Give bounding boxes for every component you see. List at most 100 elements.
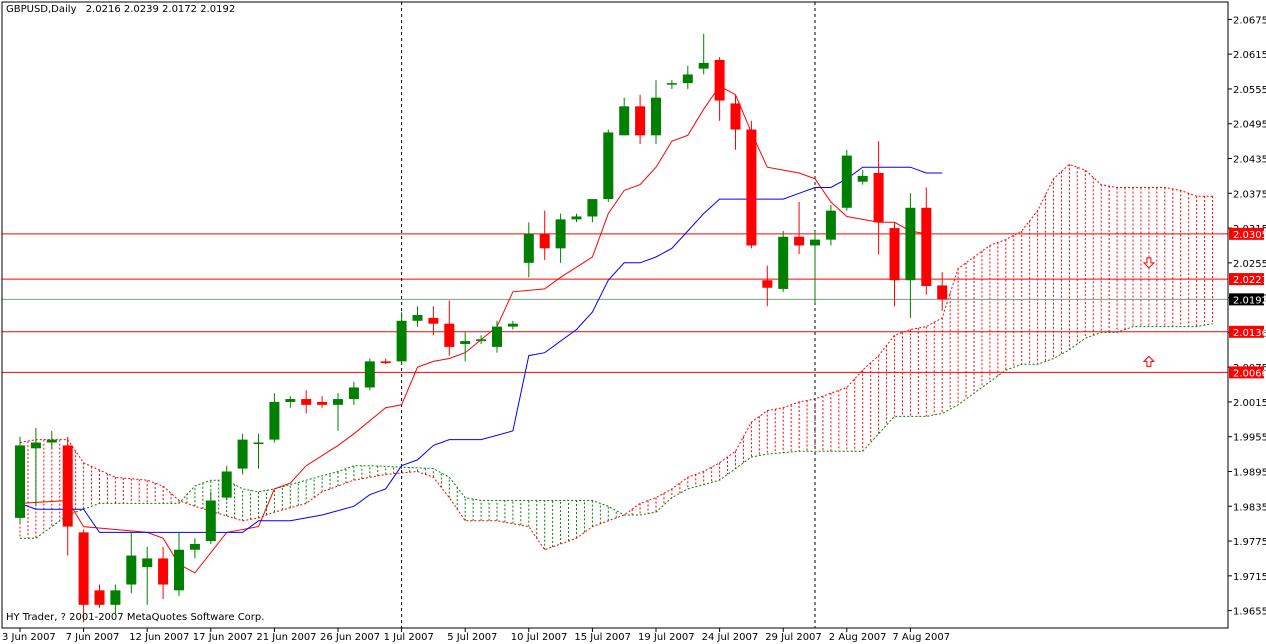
hline-price-label: 2.0305 xyxy=(1233,230,1266,241)
price-tick-label: 2.0015 xyxy=(1233,398,1266,409)
plot-frame xyxy=(1,1,1229,629)
candle-bull xyxy=(221,471,232,498)
price-tick-label: 2.0675 xyxy=(1233,15,1266,26)
kijun-sen-line xyxy=(19,166,943,533)
time-tick-label: 21 Jun 2007 xyxy=(256,632,316,643)
candle-bull xyxy=(253,442,264,445)
price-tick-label: 2.0555 xyxy=(1233,85,1266,96)
time-tick-label: 2 Aug 2007 xyxy=(829,632,887,643)
candle-bull xyxy=(174,549,184,591)
candle-bull xyxy=(460,341,471,344)
candle-bull xyxy=(269,401,280,440)
candle-bull xyxy=(810,239,820,246)
candle-bear xyxy=(730,103,741,130)
arrow-up-icon xyxy=(1142,355,1156,367)
price-tick-label: 1.9895 xyxy=(1233,468,1266,479)
candle-bull xyxy=(778,236,789,289)
candle-bull xyxy=(492,326,502,347)
candle-bear xyxy=(158,558,169,585)
time-tick-label: 29 Jul 2007 xyxy=(765,632,822,643)
price-tick-label: 2.0615 xyxy=(1233,50,1266,61)
candle-bear xyxy=(78,532,89,605)
candle-bear xyxy=(94,590,105,605)
candle-bear xyxy=(301,399,312,405)
candle-bear xyxy=(746,129,757,246)
candle-bull xyxy=(666,83,677,85)
candle-bull xyxy=(46,439,57,443)
candle-bull xyxy=(30,442,41,449)
candle-bull xyxy=(682,74,693,84)
candle-bull xyxy=(110,590,121,605)
candle-bear xyxy=(317,401,328,405)
tenkan-kijun-lines xyxy=(19,85,943,574)
candle-bear xyxy=(889,228,900,281)
candle-bull xyxy=(205,500,216,542)
time-tick-label: 19 Jul 2007 xyxy=(638,632,695,643)
candle-bear xyxy=(921,207,932,287)
price-tick-label: 1.9775 xyxy=(1233,537,1266,548)
time-axis: 3 Jun 2007 7 Jun 2007 12 Jun 2007 17 Jun 20… xyxy=(2,628,950,643)
candle-bull xyxy=(603,132,614,200)
candle-bull xyxy=(142,558,153,568)
time-tick-label: 15 Jul 2007 xyxy=(574,632,631,643)
candle-bear xyxy=(937,285,948,300)
candle-bull xyxy=(285,399,296,402)
candle-bull xyxy=(905,207,916,281)
price-labels: 2.0305 2.0227 2.0136 2.0066 2.0192 xyxy=(1229,227,1266,379)
candle-bull xyxy=(15,445,25,518)
candle-bear xyxy=(428,317,439,324)
price-axis: 2.0675 2.0615 2.0555 2.0495 2.0435 2.0375 2.03… xyxy=(1,1,1266,629)
hline-price-label: 2.0136 xyxy=(1233,328,1266,339)
candle-bull xyxy=(412,315,423,321)
time-tick-label: 26 Jun 2007 xyxy=(320,632,380,643)
candle-bull xyxy=(571,216,582,220)
candle-bull xyxy=(126,555,137,585)
price-tick-label: 2.0375 xyxy=(1233,189,1266,200)
senkou-span-b-line xyxy=(20,323,1213,539)
vertical-lines[interactable] xyxy=(401,2,816,628)
price-tick-label: 1.9955 xyxy=(1233,433,1266,444)
ichimoku-cloud xyxy=(19,164,1213,550)
horizontal-lines[interactable] xyxy=(2,233,1228,373)
arrow-down-icon xyxy=(1142,257,1156,269)
candle-bull xyxy=(555,219,566,249)
candle-bear xyxy=(762,280,773,288)
time-tick-label: 5 Jul 2007 xyxy=(447,632,497,643)
candle-bull xyxy=(841,155,852,208)
candle-bull xyxy=(189,543,200,550)
hline-price-label: 2.0227 xyxy=(1233,275,1266,286)
candle-bull xyxy=(698,62,709,69)
price-tick-label: 2.0435 xyxy=(1233,155,1266,166)
time-tick-label: 1 Jul 2007 xyxy=(384,632,434,643)
candle-bear xyxy=(380,361,391,364)
candle-bull xyxy=(396,320,407,362)
candle-bull xyxy=(619,106,630,136)
time-tick-label: 17 Jun 2007 xyxy=(193,632,253,643)
senkou-span-a-line xyxy=(19,163,1213,551)
candle-bear xyxy=(539,233,550,249)
time-tick-label: 12 Jun 2007 xyxy=(129,632,189,643)
ohlc-values: 2.0216 2.0239 2.0172 2.0192 xyxy=(85,4,236,15)
candle-bear xyxy=(794,236,805,246)
chart-canvas[interactable]: 2.0675 2.0615 2.0555 2.0495 2.0435 2.0375 2.03… xyxy=(0,0,1266,644)
candle-bull xyxy=(587,199,598,217)
candle-bull xyxy=(237,439,248,469)
time-tick-label: 7 Aug 2007 xyxy=(892,632,950,643)
candle-bear xyxy=(873,172,884,223)
price-tick-label: 1.9655 xyxy=(1233,607,1266,618)
price-tick-label: 2.0255 xyxy=(1233,259,1266,270)
candle-bull xyxy=(507,323,518,327)
price-tick-label: 2.0495 xyxy=(1233,120,1266,131)
candle-bull xyxy=(476,339,487,342)
candles xyxy=(15,33,948,623)
price-tick-label: 1.9835 xyxy=(1233,502,1266,513)
price-tick-label: 1.9715 xyxy=(1233,572,1266,583)
time-tick-label: 24 Jul 2007 xyxy=(702,632,759,643)
candle-bull xyxy=(825,210,836,240)
candle-bull xyxy=(523,233,534,263)
symbol-timeframe: GBPUSD,Daily xyxy=(6,4,77,15)
time-tick-label: 7 Jun 2007 xyxy=(66,632,120,643)
candle-bear xyxy=(635,106,646,136)
hline-price-label: 2.0066 xyxy=(1233,368,1266,379)
copyright-text: HY Trader, ? 2001-2007 MetaQuotes Softwa… xyxy=(6,612,265,623)
